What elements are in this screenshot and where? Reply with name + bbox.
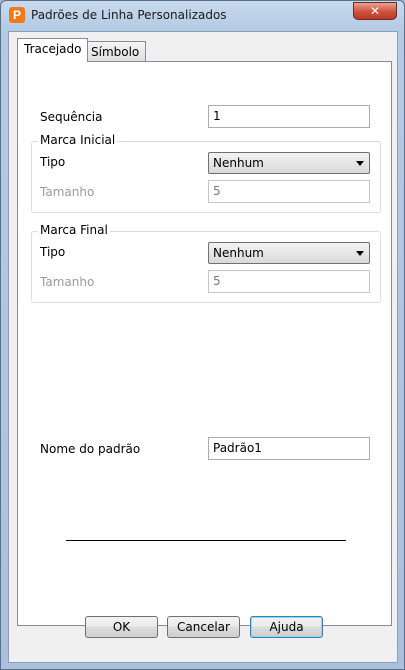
tab-panel-tracejado: Sequência 1 Marca Inicial Tipo Nenhum Ta… xyxy=(17,61,392,626)
pattern-name-input[interactable]: Padrão1 xyxy=(208,437,370,460)
end-marker-group: Marca Final Tipo Nenhum Tamanho 5 xyxy=(31,223,381,303)
start-marker-type-select[interactable]: Nenhum xyxy=(208,152,370,174)
window-title: Padrões de Linha Personalizados xyxy=(31,8,227,22)
close-button[interactable]: ✕ xyxy=(353,2,397,20)
chevron-down-icon xyxy=(356,161,364,166)
end-marker-size-input[interactable]: 5 xyxy=(208,270,370,293)
title-bar[interactable]: P Padrões de Linha Personalizados ✕ xyxy=(1,1,404,31)
close-icon: ✕ xyxy=(369,4,381,18)
start-marker-group: Marca Inicial Tipo Nenhum Tamanho 5 xyxy=(31,133,381,213)
dialog-window: P Padrões de Linha Personalizados ✕ Trac… xyxy=(0,0,405,670)
sequence-label: Sequência xyxy=(40,110,103,124)
end-marker-type-value: Nenhum xyxy=(213,246,264,260)
line-pattern-preview xyxy=(66,540,346,541)
end-marker-type-select[interactable]: Nenhum xyxy=(208,242,370,264)
end-marker-type-label: Tipo xyxy=(40,245,66,259)
ok-button[interactable]: OK xyxy=(85,616,158,638)
sequence-input[interactable]: 1 xyxy=(208,105,370,128)
app-icon: P xyxy=(9,7,25,23)
chevron-down-icon xyxy=(356,251,364,256)
tab-tracejado[interactable]: Tracejado xyxy=(17,38,89,62)
end-marker-group-label: Marca Final xyxy=(38,223,110,237)
start-marker-type-value: Nenhum xyxy=(213,156,264,170)
start-marker-type-label: Tipo xyxy=(40,155,66,169)
pattern-name-label: Nome do padrão xyxy=(40,442,141,456)
cancel-button[interactable]: Cancelar xyxy=(167,616,240,638)
tab-simbolo[interactable]: Símbolo xyxy=(84,41,147,61)
dialog-client-area: Tracejado Símbolo Sequência 1 Marca Inic… xyxy=(8,31,398,663)
start-marker-size-label: Tamanho xyxy=(40,185,95,199)
end-marker-size-label: Tamanho xyxy=(40,275,95,289)
start-marker-size-input[interactable]: 5 xyxy=(208,180,370,203)
help-button[interactable]: Ajuda xyxy=(250,616,323,638)
start-marker-group-label: Marca Inicial xyxy=(38,133,118,147)
